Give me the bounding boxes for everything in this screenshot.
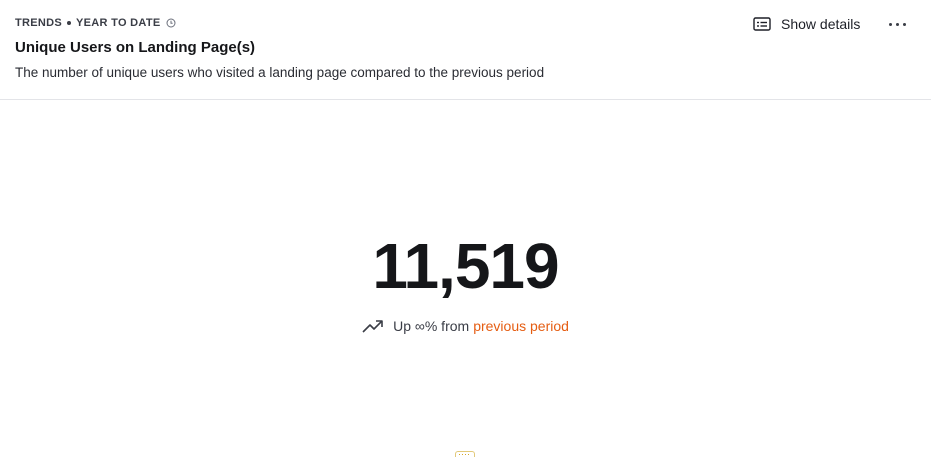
trend-comparison: Up ∞% from previous period xyxy=(0,318,931,334)
card-header: TRENDS YEAR TO DATE Unique Users on Land… xyxy=(0,0,931,100)
clock-icon[interactable] xyxy=(166,18,176,28)
details-icon xyxy=(753,17,771,31)
trend-text: Up ∞% from xyxy=(393,318,470,334)
insight-meta: TRENDS YEAR TO DATE xyxy=(15,17,176,29)
date-range[interactable]: YEAR TO DATE xyxy=(76,17,160,29)
previous-period-link[interactable]: previous period xyxy=(473,318,569,334)
resize-handle[interactable] xyxy=(455,451,475,457)
separator-dot xyxy=(67,21,72,25)
show-details-label: Show details xyxy=(781,16,861,32)
trending-up-icon xyxy=(362,320,383,333)
more-icon xyxy=(888,22,892,26)
more-options-button[interactable] xyxy=(883,12,911,36)
show-details-button[interactable]: Show details xyxy=(747,11,866,37)
insight-title[interactable]: Unique Users on Landing Page(s) xyxy=(15,39,255,56)
insight-card: TRENDS YEAR TO DATE Unique Users on Land… xyxy=(0,0,931,457)
insight-description: The number of unique users who visited a… xyxy=(15,65,545,80)
metric-value: 11,519 xyxy=(372,230,559,302)
insight-type: TRENDS xyxy=(15,17,63,29)
